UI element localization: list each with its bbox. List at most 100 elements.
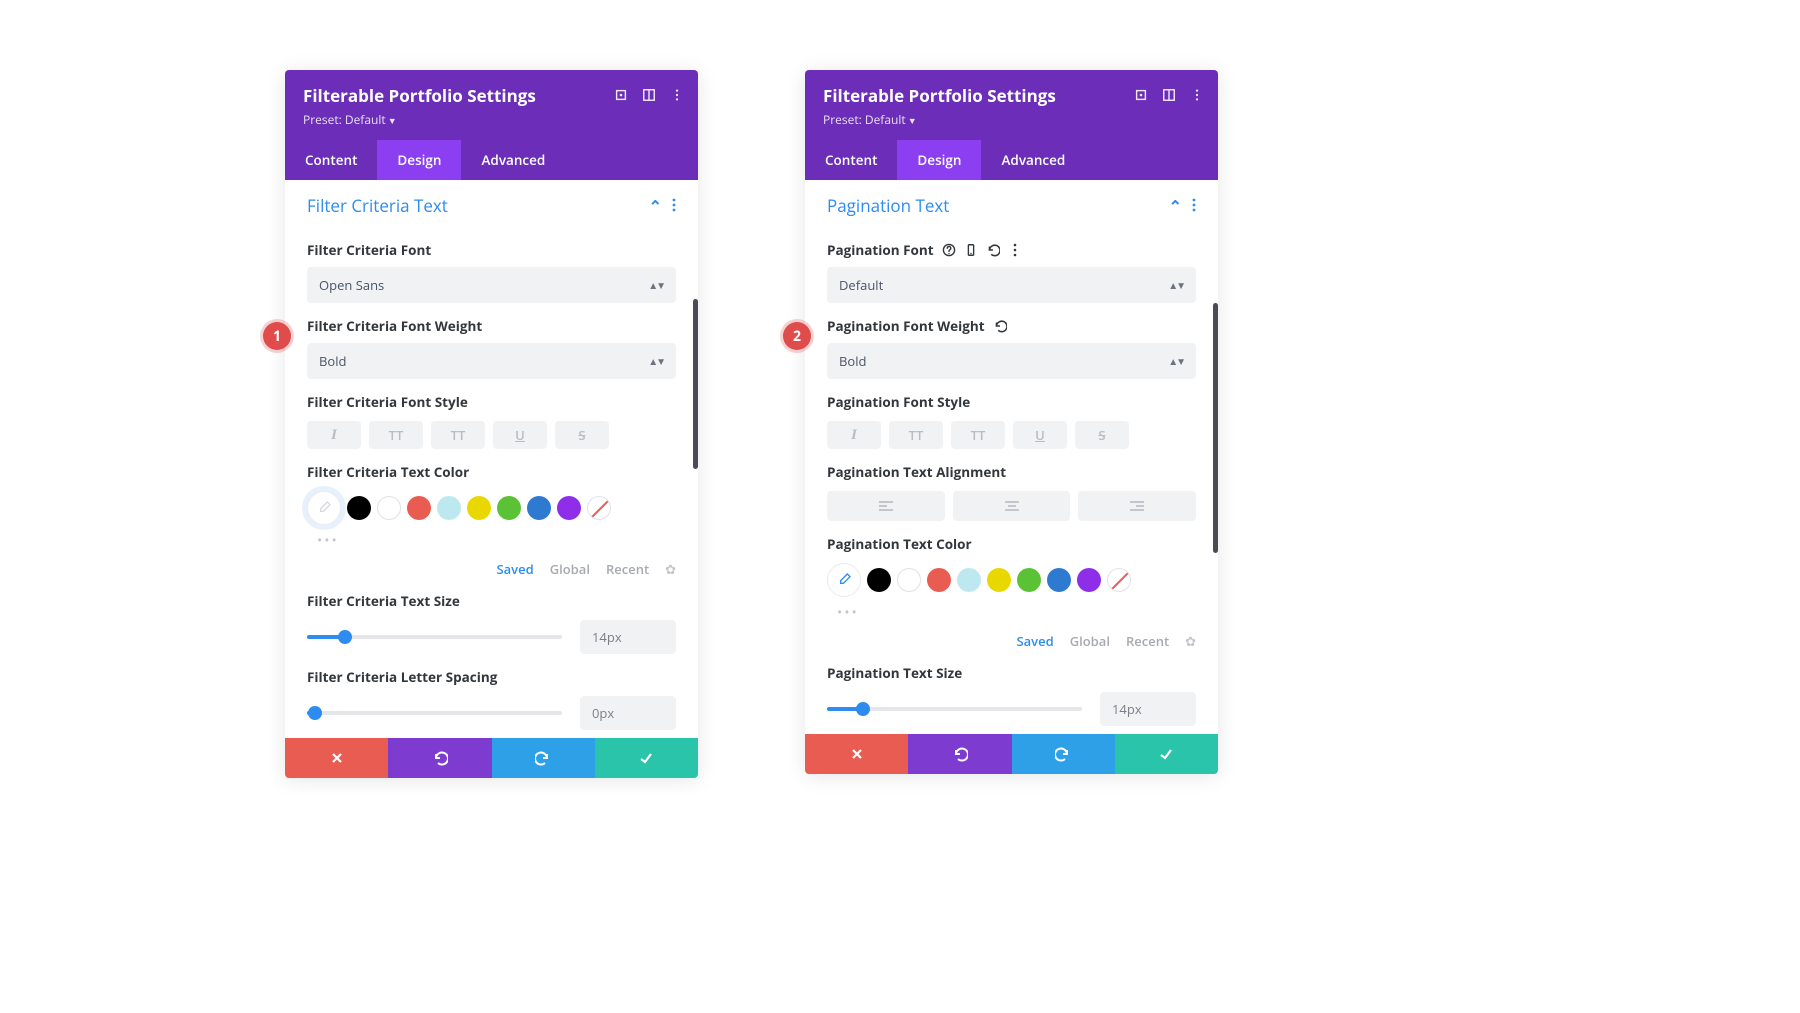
swatch-black[interactable] bbox=[867, 568, 891, 592]
align-center-button[interactable] bbox=[953, 491, 1071, 521]
save-button[interactable] bbox=[595, 738, 698, 778]
swatch-blue[interactable] bbox=[1047, 568, 1071, 592]
cancel-button[interactable] bbox=[805, 734, 908, 774]
swatch-blue[interactable] bbox=[527, 496, 551, 520]
alignment-label: Pagination Text Alignment bbox=[827, 463, 1196, 481]
scrollbar[interactable] bbox=[693, 299, 698, 469]
palette-tab-saved[interactable]: Saved bbox=[1016, 632, 1053, 650]
letter-spacing-input[interactable]: 0px bbox=[580, 696, 676, 730]
align-left-button[interactable] bbox=[827, 491, 945, 521]
color-palette-tabs: Saved Global Recent ✿ bbox=[827, 632, 1196, 650]
font-label: Pagination Font bbox=[827, 241, 1196, 259]
expand-icon[interactable] bbox=[1134, 88, 1148, 102]
cancel-button[interactable] bbox=[285, 738, 388, 778]
swatch-yellow[interactable] bbox=[987, 568, 1011, 592]
field-more-icon[interactable] bbox=[1008, 243, 1022, 257]
swatch-white[interactable] bbox=[377, 496, 401, 520]
section-header[interactable]: Filter Criteria Text ⌃ bbox=[285, 180, 698, 227]
font-style-buttons: I TT TT U S bbox=[307, 421, 676, 449]
chevron-up-icon[interactable]: ⌃ bbox=[649, 195, 662, 217]
section-header[interactable]: Pagination Text ⌃ bbox=[805, 180, 1218, 227]
text-color-label: Filter Criteria Text Color bbox=[307, 463, 676, 481]
reset-icon[interactable] bbox=[986, 243, 1000, 257]
save-button[interactable] bbox=[1115, 734, 1218, 774]
swatch-yellow[interactable] bbox=[467, 496, 491, 520]
font-select[interactable]: Default ▲▼ bbox=[827, 267, 1196, 303]
uppercase-button[interactable]: TT bbox=[369, 421, 423, 449]
chevron-up-icon[interactable]: ⌃ bbox=[1169, 195, 1182, 217]
section-more-icon[interactable] bbox=[672, 195, 676, 217]
swatch-black[interactable] bbox=[347, 496, 371, 520]
responsive-icon[interactable] bbox=[964, 243, 978, 257]
swatch-red[interactable] bbox=[927, 568, 951, 592]
more-icon[interactable] bbox=[670, 88, 684, 102]
swatch-lightblue[interactable] bbox=[957, 568, 981, 592]
undo-button[interactable] bbox=[908, 734, 1011, 774]
text-size-slider[interactable] bbox=[827, 707, 1082, 711]
scrollbar[interactable] bbox=[1213, 303, 1218, 553]
annotation-badge-2: 2 bbox=[783, 322, 811, 350]
reset-icon[interactable] bbox=[993, 319, 1007, 333]
weight-label: Filter Criteria Font Weight bbox=[307, 317, 676, 335]
italic-button[interactable]: I bbox=[827, 421, 881, 449]
section-title: Pagination Text bbox=[827, 194, 949, 217]
text-size-slider[interactable] bbox=[307, 635, 562, 639]
palette-tab-global[interactable]: Global bbox=[1070, 632, 1110, 650]
swatch-lightblue[interactable] bbox=[437, 496, 461, 520]
panel-footer bbox=[285, 738, 698, 778]
more-swatches-icon[interactable]: ••• bbox=[827, 603, 1196, 622]
palette-settings-icon[interactable]: ✿ bbox=[1185, 632, 1196, 650]
strikethrough-button[interactable]: S bbox=[555, 421, 609, 449]
palette-settings-icon[interactable]: ✿ bbox=[665, 560, 676, 578]
preset-selector[interactable]: Preset: Default▼ bbox=[823, 111, 1200, 128]
weight-select[interactable]: Bold ▲▼ bbox=[827, 343, 1196, 379]
updown-icon: ▲▼ bbox=[648, 354, 664, 368]
more-swatches-icon[interactable]: ••• bbox=[307, 531, 676, 550]
color-picker-button[interactable] bbox=[827, 563, 861, 597]
underline-button[interactable]: U bbox=[493, 421, 547, 449]
palette-tab-global[interactable]: Global bbox=[550, 560, 590, 578]
italic-button[interactable]: I bbox=[307, 421, 361, 449]
help-icon[interactable] bbox=[942, 243, 956, 257]
weight-select[interactable]: Bold ▲▼ bbox=[307, 343, 676, 379]
align-right-button[interactable] bbox=[1078, 491, 1196, 521]
palette-tab-recent[interactable]: Recent bbox=[606, 560, 649, 578]
columns-icon[interactable] bbox=[1162, 88, 1176, 102]
swatch-purple[interactable] bbox=[1077, 568, 1101, 592]
swatch-purple[interactable] bbox=[557, 496, 581, 520]
tab-design[interactable]: Design bbox=[377, 140, 461, 180]
redo-button[interactable] bbox=[1012, 734, 1115, 774]
swatch-red[interactable] bbox=[407, 496, 431, 520]
font-select[interactable]: Open Sans ▲▼ bbox=[307, 267, 676, 303]
tab-advanced[interactable]: Advanced bbox=[981, 140, 1085, 180]
swatch-none[interactable] bbox=[1107, 568, 1131, 592]
tab-content[interactable]: Content bbox=[285, 140, 377, 180]
tab-advanced[interactable]: Advanced bbox=[461, 140, 565, 180]
tab-design[interactable]: Design bbox=[897, 140, 981, 180]
weight-value: Bold bbox=[319, 352, 346, 370]
tab-content[interactable]: Content bbox=[805, 140, 897, 180]
letter-spacing-slider[interactable] bbox=[307, 711, 562, 715]
underline-button[interactable]: U bbox=[1013, 421, 1067, 449]
uppercase-button[interactable]: TT bbox=[889, 421, 943, 449]
swatch-none[interactable] bbox=[587, 496, 611, 520]
redo-button[interactable] bbox=[492, 738, 595, 778]
swatch-white[interactable] bbox=[897, 568, 921, 592]
expand-icon[interactable] bbox=[614, 88, 628, 102]
palette-tab-saved[interactable]: Saved bbox=[496, 560, 533, 578]
more-icon[interactable] bbox=[1190, 88, 1204, 102]
text-size-input[interactable]: 14px bbox=[580, 620, 676, 654]
swatch-green[interactable] bbox=[497, 496, 521, 520]
color-picker-button[interactable] bbox=[307, 491, 341, 525]
swatch-green[interactable] bbox=[1017, 568, 1041, 592]
text-size-label: Pagination Text Size bbox=[827, 664, 1196, 682]
undo-button[interactable] bbox=[388, 738, 491, 778]
smallcaps-button[interactable]: TT bbox=[431, 421, 485, 449]
palette-tab-recent[interactable]: Recent bbox=[1126, 632, 1169, 650]
strikethrough-button[interactable]: S bbox=[1075, 421, 1129, 449]
columns-icon[interactable] bbox=[642, 88, 656, 102]
smallcaps-button[interactable]: TT bbox=[951, 421, 1005, 449]
text-size-input[interactable]: 14px bbox=[1100, 692, 1196, 726]
section-more-icon[interactable] bbox=[1192, 195, 1196, 217]
preset-selector[interactable]: Preset: Default▼ bbox=[303, 111, 680, 128]
